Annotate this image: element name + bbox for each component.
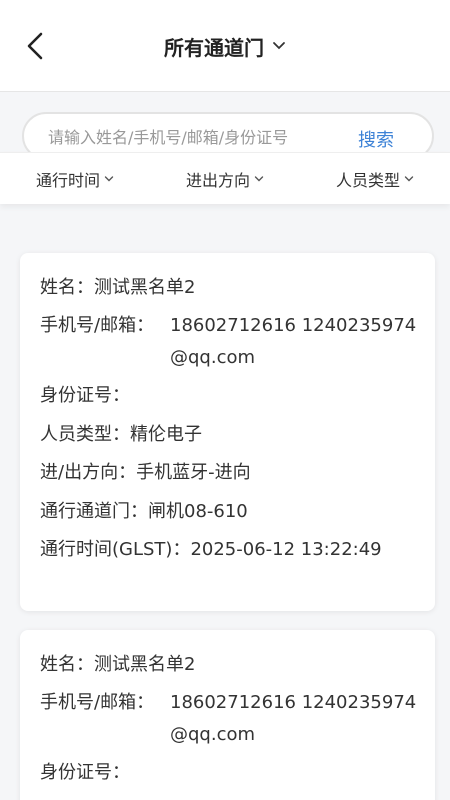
type-row: 人员类型：精伦电子 bbox=[40, 419, 415, 451]
direction-label: 进/出方向： bbox=[40, 462, 137, 483]
name-value: 测试黑名单2 bbox=[94, 654, 196, 675]
time-label: 通行时间(GLST)： bbox=[40, 539, 191, 560]
chevron-down-icon bbox=[404, 174, 414, 184]
gate-label: 通行通道门： bbox=[40, 501, 148, 522]
filter-bar: 通行时间 进出方向 人员类型 bbox=[0, 152, 450, 204]
contact-value: 18602712616 1240235974@qq.com bbox=[170, 315, 417, 368]
direction-row: 进/出方向：手机蓝牙-进向 bbox=[40, 457, 415, 489]
id-row: 身份证号： bbox=[40, 380, 415, 412]
filter-label: 进出方向 bbox=[186, 171, 251, 190]
id-row: 身份证号： bbox=[40, 757, 415, 789]
name-row: 姓名：测试黑名单2 bbox=[40, 272, 415, 304]
name-label: 姓名： bbox=[40, 277, 94, 298]
direction-value: 手机蓝牙-进向 bbox=[136, 462, 251, 483]
chevron-down-icon bbox=[272, 39, 286, 53]
type-label: 人员类型： bbox=[40, 424, 130, 445]
title-dropdown[interactable]: 所有通道门 bbox=[0, 30, 450, 62]
type-value: 精伦电子 bbox=[130, 424, 202, 445]
filter-label: 人员类型 bbox=[336, 171, 401, 190]
filter-direction[interactable]: 进出方向 bbox=[186, 153, 264, 205]
time-row: 通行时间(GLST)：2025-06-12 13:22:49 bbox=[40, 534, 415, 566]
filter-person-type[interactable]: 人员类型 bbox=[336, 153, 414, 205]
record-card[interactable]: 姓名：测试黑名单2 手机号/邮箱： 18602712616 1240235974… bbox=[20, 630, 435, 800]
filter-pass-time[interactable]: 通行时间 bbox=[36, 153, 114, 205]
filter-label: 通行时间 bbox=[36, 171, 101, 190]
search-input[interactable] bbox=[48, 124, 348, 150]
name-value: 测试黑名单2 bbox=[94, 277, 196, 298]
name-row: 姓名：测试黑名单2 bbox=[40, 649, 415, 681]
name-label: 姓名： bbox=[40, 654, 94, 675]
contact-value: 18602712616 1240235974@qq.com bbox=[170, 692, 417, 745]
page-title: 所有通道门 bbox=[164, 35, 264, 60]
gate-row: 通行通道门：闸机08-610 bbox=[40, 496, 415, 528]
record-card[interactable]: 姓名：测试黑名单2 手机号/邮箱： 18602712616 1240235974… bbox=[20, 253, 435, 611]
contact-label: 手机号/邮箱： bbox=[40, 315, 155, 336]
gate-value: 闸机08-610 bbox=[148, 501, 248, 522]
navbar: 所有通道门 bbox=[0, 0, 450, 92]
id-label: 身份证号： bbox=[40, 762, 130, 783]
chevron-down-icon bbox=[254, 174, 264, 184]
id-label: 身份证号： bbox=[40, 385, 130, 406]
chevron-down-icon bbox=[104, 174, 114, 184]
time-value: 2025-06-12 13:22:49 bbox=[190, 539, 382, 560]
contact-label: 手机号/邮箱： bbox=[40, 692, 155, 713]
search-button[interactable]: 搜索 bbox=[358, 126, 394, 152]
